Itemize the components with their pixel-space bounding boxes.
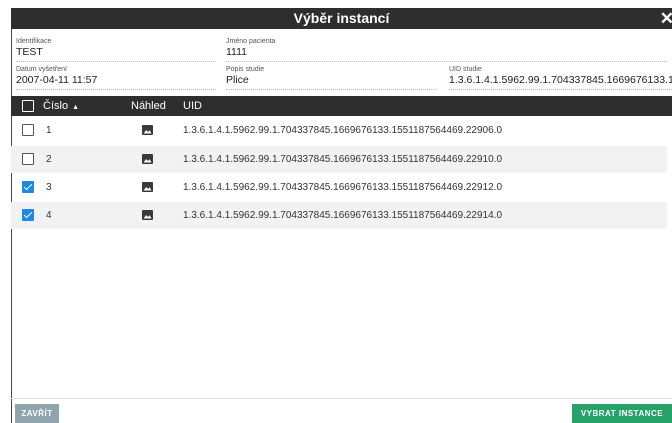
table-row[interactable]: 2 1.3.6.1.4.1.5962.99.1.704337845.166967… (11, 146, 667, 173)
row-uid: 1.3.6.1.4.1.5962.99.1.704337845.16696761… (183, 182, 503, 193)
row-checkbox-checked[interactable] (22, 181, 34, 193)
table-row[interactable]: 3 1.3.6.1.4.1.5962.99.1.704337845.166967… (11, 174, 667, 201)
column-uid-header: UID (183, 100, 202, 112)
row-checkbox[interactable] (22, 124, 34, 136)
table-row[interactable]: 4 1.3.6.1.4.1.5962.99.1.704337845.166967… (11, 202, 667, 229)
instances-table-header: Číslo ▲ Náhled UID (11, 96, 672, 116)
identification-label: Identifikace (16, 38, 52, 45)
study-description-value: Plice (226, 74, 436, 90)
select-instances-button[interactable]: VYBRAT INSTANCE (572, 404, 672, 423)
footer-divider (11, 398, 672, 399)
row-number: 4 (46, 210, 52, 221)
dialog-title: Výběr instancí (293, 10, 390, 26)
dialog: Výběr instancí ✕ Identifikace TEST Jméno… (0, 0, 672, 423)
study-uid-value: 1.3.6.1.4.1.5962.99.1.704337845.16696761… (449, 74, 672, 90)
image-icon[interactable] (142, 210, 153, 220)
close-button[interactable]: ZAVŘÍT (15, 404, 59, 423)
table-row[interactable]: 1 1.3.6.1.4.1.5962.99.1.704337845.166967… (11, 117, 667, 144)
exam-date-value: 2007-04-11 11:57 (16, 74, 216, 90)
identification-value: TEST (16, 46, 216, 62)
study-description-field: Popis studie Plice (226, 66, 436, 90)
patient-name-label: Jméno pacienta (226, 38, 276, 45)
row-checkbox-checked[interactable] (22, 209, 34, 221)
column-preview-header: Náhled (131, 100, 166, 112)
identification-field: Identifikace TEST (16, 38, 216, 62)
image-icon[interactable] (142, 125, 153, 135)
image-icon[interactable] (142, 154, 153, 164)
sort-ascending-icon: ▲ (72, 104, 79, 111)
patient-name-value: 1111 (226, 46, 667, 62)
row-uid: 1.3.6.1.4.1.5962.99.1.704337845.16696761… (183, 154, 503, 165)
image-icon[interactable] (142, 182, 153, 192)
column-number-header[interactable]: Číslo ▲ (43, 96, 79, 118)
column-number-label: Číslo (43, 100, 69, 112)
study-uid-field: UID studie 1.3.6.1.4.1.5962.99.1.7043378… (449, 66, 672, 90)
row-uid: 1.3.6.1.4.1.5962.99.1.704337845.16696761… (183, 210, 503, 221)
row-number: 2 (46, 154, 52, 165)
dialog-titlebar: Výběr instancí ✕ (11, 8, 672, 29)
patient-name-field: Jméno pacienta 1111 (226, 38, 667, 62)
row-number: 1 (46, 125, 52, 136)
row-uid: 1.3.6.1.4.1.5962.99.1.704337845.16696761… (183, 125, 503, 136)
study-description-label: Popis studie (226, 66, 265, 73)
exam-date-field: Datum vyšetření 2007-04-11 11:57 (16, 66, 216, 90)
select-all-checkbox[interactable] (22, 100, 34, 112)
close-icon[interactable]: ✕ (660, 8, 672, 29)
row-number: 3 (46, 182, 52, 193)
row-checkbox[interactable] (22, 153, 34, 165)
study-uid-label: UID studie (449, 66, 482, 73)
exam-date-label: Datum vyšetření (16, 66, 67, 73)
